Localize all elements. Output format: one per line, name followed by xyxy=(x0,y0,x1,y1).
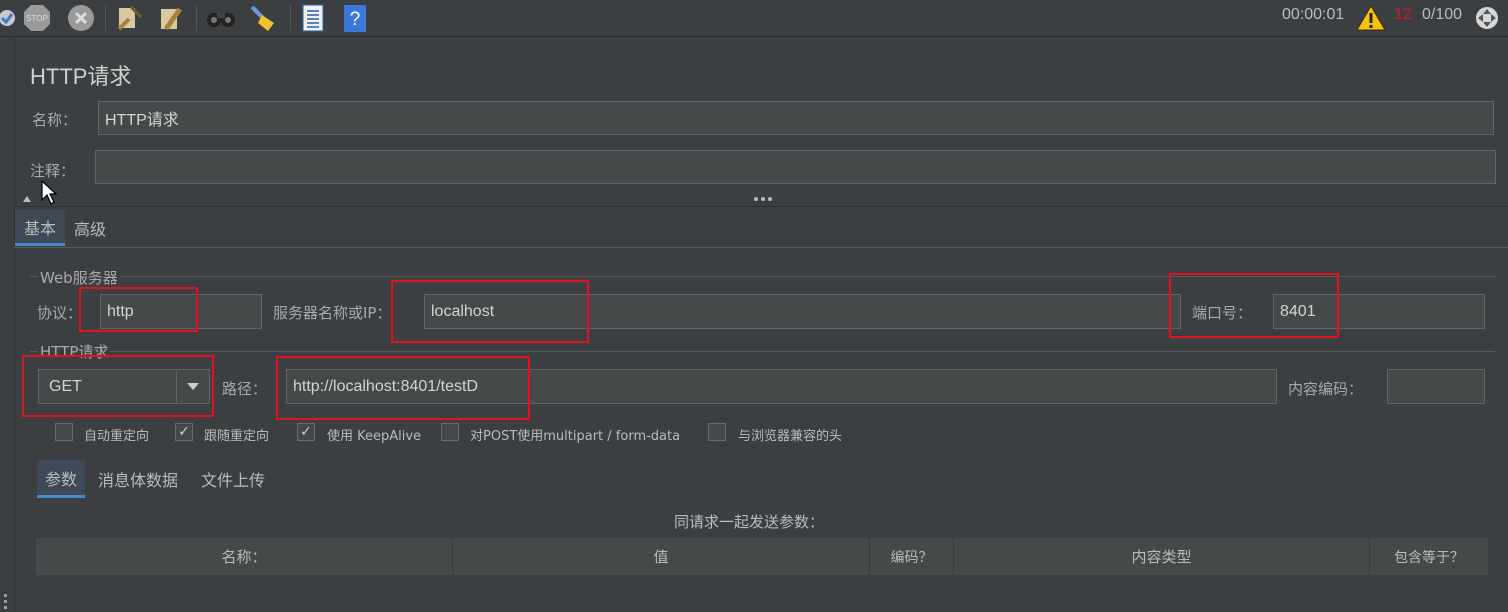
toolbar-separator xyxy=(290,5,291,31)
column-header-content-type[interactable]: 内容类型 xyxy=(954,538,1370,575)
highlight-path xyxy=(276,356,530,420)
highlight-protocol xyxy=(79,287,198,332)
column-header-name[interactable]: 名称： xyxy=(36,538,453,575)
clear-icon[interactable] xyxy=(0,3,22,33)
content-encoding-field[interactable] xyxy=(1387,369,1485,404)
comment-label: 注释： xyxy=(30,162,76,180)
tab-basic[interactable]: 基本 xyxy=(15,210,65,246)
function-list-icon[interactable] xyxy=(298,3,328,33)
panel-title: HTTP请求 xyxy=(30,64,132,89)
toolbar: STOP ? 00:00:01 12 0/100 xyxy=(0,0,1508,37)
shutdown-icon[interactable] xyxy=(66,3,96,33)
more-dots-icon[interactable] xyxy=(753,196,773,202)
elapsed-time: 00:00:01 xyxy=(1282,6,1345,23)
highlight-port xyxy=(1169,273,1339,338)
follow-redirect-label: 跟随重定向 xyxy=(204,429,270,444)
column-header-encode[interactable]: 编码？ xyxy=(870,538,954,575)
name-label: 名称： xyxy=(32,111,78,129)
follow-redirect-checkbox[interactable]: ✓ xyxy=(175,423,193,441)
browser-headers-label: 与浏览器兼容的头 xyxy=(738,429,843,444)
collapse-up-icon[interactable] xyxy=(22,195,32,203)
search-binoculars-icon[interactable] xyxy=(205,3,235,33)
multipart-checkbox[interactable] xyxy=(441,423,459,441)
tab-body-data[interactable]: 消息体数据 xyxy=(90,460,186,498)
auto-redirect-checkbox[interactable] xyxy=(55,423,73,441)
help-icon-text: ? xyxy=(350,9,361,30)
highlight-server xyxy=(391,280,589,343)
multipart-label: 对POST使用multipart / form-data xyxy=(470,429,681,444)
column-header-include-equals[interactable]: 包含等于？ xyxy=(1370,538,1488,575)
protocol-label: 协议： xyxy=(37,304,83,322)
highlight-method xyxy=(22,355,214,417)
toolbar-separator xyxy=(196,5,197,31)
http-request-group-border xyxy=(30,351,1495,352)
split-divider[interactable] xyxy=(14,192,1508,207)
tab-advanced[interactable]: 高级 xyxy=(66,210,114,246)
clear-all-icon[interactable] xyxy=(113,3,143,33)
drag-handle-icon[interactable] xyxy=(4,594,7,597)
remote-expand-icon[interactable] xyxy=(1472,3,1502,33)
comment-field[interactable] xyxy=(95,150,1496,184)
toolbar-separator xyxy=(105,5,106,31)
tab-underline xyxy=(14,247,1508,248)
web-server-legend: Web服务器 xyxy=(38,267,120,288)
error-count: 12 xyxy=(1394,6,1412,23)
warning-icon[interactable] xyxy=(1356,3,1386,33)
keepalive-checkbox[interactable]: ✓ xyxy=(297,423,315,441)
stop-icon-text: STOP xyxy=(26,14,48,23)
auto-redirect-label: 自动重定向 xyxy=(84,429,150,444)
tab-parameters[interactable]: 参数 xyxy=(37,460,85,498)
stop-icon[interactable]: STOP xyxy=(22,3,52,33)
tab-file-upload[interactable]: 文件上传 xyxy=(194,460,272,498)
keepalive-label: 使用 KeepAlive xyxy=(327,429,422,444)
name-field[interactable]: HTTP请求 xyxy=(98,101,1494,135)
left-tree-edge xyxy=(0,37,15,612)
server-name-label: 服务器名称或IP： xyxy=(273,304,392,322)
reset-broom-icon[interactable] xyxy=(248,3,278,33)
help-icon[interactable]: ? xyxy=(340,3,370,33)
browser-headers-checkbox[interactable] xyxy=(708,423,726,441)
clear-broom-icon[interactable] xyxy=(156,3,186,33)
path-label: 路径： xyxy=(222,380,268,398)
params-caption: 同请求一起发送参数： xyxy=(674,513,825,531)
content-encoding-label: 内容编码： xyxy=(1288,380,1364,398)
thread-count: 0/100 xyxy=(1422,6,1463,23)
column-header-value[interactable]: 值 xyxy=(453,538,870,575)
